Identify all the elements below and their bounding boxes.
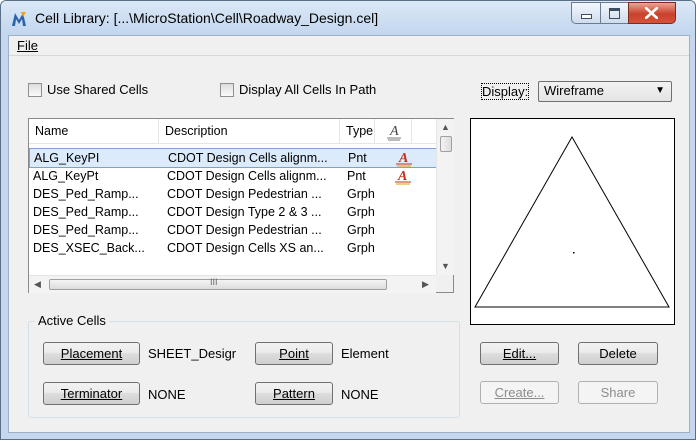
- cell-name: DES_Ped_Ramp...: [33, 205, 139, 219]
- cell-type-icon: A: [387, 124, 401, 141]
- scroll-down-icon[interactable]: ▼: [441, 261, 450, 271]
- scrollbar-corner: [436, 275, 453, 292]
- chevron-down-icon: ▼: [655, 85, 665, 96]
- cell-description: CDOT Design Type 2 & 3 ...: [167, 205, 322, 219]
- cell-name: ALG_KeyPt: [33, 169, 99, 183]
- delete-button[interactable]: Delete: [578, 342, 658, 365]
- cell-description: CDOT Design Cells XS an...: [167, 241, 324, 255]
- column-header-name[interactable]: Name: [29, 119, 159, 143]
- create-button[interactable]: Create...: [480, 381, 559, 404]
- edit-button[interactable]: Edit...: [480, 342, 559, 365]
- cell-type: Grph: [347, 223, 375, 237]
- list-item[interactable]: ALG_KeyPI CDOT Design Cells alignm... Pn…: [29, 148, 438, 168]
- column-header-description[interactable]: Description: [159, 119, 340, 143]
- cell-type: Pnt: [347, 169, 366, 183]
- horizontal-scroll-thumb[interactable]: III: [49, 277, 387, 290]
- display-mode-value: Wireframe: [544, 83, 604, 98]
- use-shared-cells-label[interactable]: Use Shared Cells: [47, 82, 148, 97]
- cell-description: CDOT Design Pedestrian ...: [167, 187, 322, 201]
- close-icon: [645, 7, 658, 19]
- display-label: Display:: [480, 83, 530, 100]
- thumb-grip: III: [210, 277, 218, 287]
- point-button[interactable]: Point: [255, 342, 333, 365]
- column-header-type[interactable]: Type: [340, 119, 375, 143]
- vertical-scrollbar[interactable]: ▲ ▼: [436, 119, 454, 275]
- close-button[interactable]: [628, 2, 676, 24]
- pattern-button[interactable]: Pattern: [255, 382, 333, 405]
- title-bar[interactable]: Cell Library: [...\MicroStation\Cell\Roa…: [1, 1, 695, 35]
- list-item[interactable]: DES_Ped_Ramp... CDOT Design Type 2 & 3 .…: [29, 203, 436, 221]
- terminator-button[interactable]: Terminator: [43, 382, 140, 405]
- cell-type: Grph: [347, 241, 375, 255]
- minimize-icon: [581, 14, 592, 19]
- share-button[interactable]: Share: [578, 381, 658, 404]
- maximize-button[interactable]: [600, 2, 629, 24]
- minimize-button[interactable]: [571, 2, 601, 24]
- list-item[interactable]: DES_Ped_Ramp... CDOT Design Pedestrian .…: [29, 221, 436, 239]
- column-header-cell-type-icon[interactable]: A: [375, 119, 412, 143]
- scroll-up-icon[interactable]: ▲: [441, 122, 450, 132]
- point-button-label: Point: [279, 346, 309, 361]
- placement-button[interactable]: Placement: [43, 342, 140, 365]
- cell-preview: [470, 118, 675, 325]
- display-mode-dropdown[interactable]: Wireframe ▼: [538, 81, 672, 102]
- cell-description: CDOT Design Cells alignm...: [168, 151, 328, 165]
- cell-list[interactable]: Name Description Type A ALG_KeyPI CDOT D…: [28, 118, 454, 293]
- delete-button-label: Delete: [599, 346, 637, 361]
- list-header: Name Description Type A: [29, 119, 436, 144]
- display-all-cells-checkbox[interactable]: [220, 83, 234, 97]
- cell-type: Pnt: [348, 151, 367, 165]
- placement-button-label: Placement: [60, 346, 123, 361]
- terminator-button-label: Terminator: [60, 386, 123, 401]
- svg-text:A: A: [389, 124, 399, 139]
- window-title: Cell Library: [...\MicroStation\Cell\Roa…: [35, 10, 379, 26]
- cell-name: ALG_KeyPI: [34, 151, 100, 165]
- cell-name: DES_XSEC_Back...: [33, 241, 145, 255]
- use-shared-cells-checkbox[interactable]: [28, 83, 42, 97]
- preview-drawing: [474, 135, 670, 308]
- share-button-label: Share: [600, 385, 636, 400]
- cell-type: Grph: [347, 205, 375, 219]
- placement-value: SHEET_Desigr: [148, 346, 237, 361]
- cell-description: CDOT Design Pedestrian ...: [167, 223, 322, 237]
- cell-name: DES_Ped_Ramp...: [33, 223, 139, 237]
- cell-type: Grph: [347, 187, 375, 201]
- point-value: Element: [341, 346, 389, 361]
- cell-description: CDOT Design Cells alignm...: [167, 169, 327, 183]
- list-item[interactable]: ALG_KeyPt CDOT Design Cells alignm... Pn…: [29, 167, 436, 185]
- cell-library-window: Cell Library: [...\MicroStation\Cell\Roa…: [0, 0, 696, 440]
- horizontal-scrollbar[interactable]: ◀ III ▶: [29, 275, 436, 293]
- pattern-value: NONE: [341, 387, 379, 402]
- vertical-scroll-thumb[interactable]: [440, 136, 452, 152]
- terminator-value: NONE: [148, 387, 186, 402]
- cell-name: DES_Ped_Ramp...: [33, 187, 139, 201]
- active-cells-label: Active Cells: [35, 313, 109, 328]
- list-item[interactable]: DES_Ped_Ramp... CDOT Design Pedestrian .…: [29, 185, 436, 203]
- scroll-right-icon[interactable]: ▶: [422, 279, 429, 290]
- scroll-left-icon[interactable]: ◀: [34, 279, 41, 290]
- menu-file[interactable]: File: [17, 38, 38, 53]
- pattern-button-label: Pattern: [273, 386, 315, 401]
- menu-file-label: File: [17, 38, 38, 53]
- display-all-cells-label[interactable]: Display All Cells In Path: [239, 82, 376, 97]
- maximize-icon: [609, 8, 620, 19]
- list-item[interactable]: DES_XSEC_Back... CDOT Design Cells XS an…: [29, 239, 436, 257]
- create-button-label: Create...: [494, 385, 545, 400]
- edit-button-label: Edit...: [502, 346, 537, 361]
- menu-bar: File: [9, 36, 689, 56]
- point-cell-icon: A: [396, 151, 412, 167]
- microstation-icon: [12, 12, 26, 26]
- point-cell-icon: A: [395, 169, 411, 185]
- caption-buttons: [571, 2, 689, 24]
- dialog-client-area: File Use Shared Cells Display All Cells …: [8, 35, 690, 433]
